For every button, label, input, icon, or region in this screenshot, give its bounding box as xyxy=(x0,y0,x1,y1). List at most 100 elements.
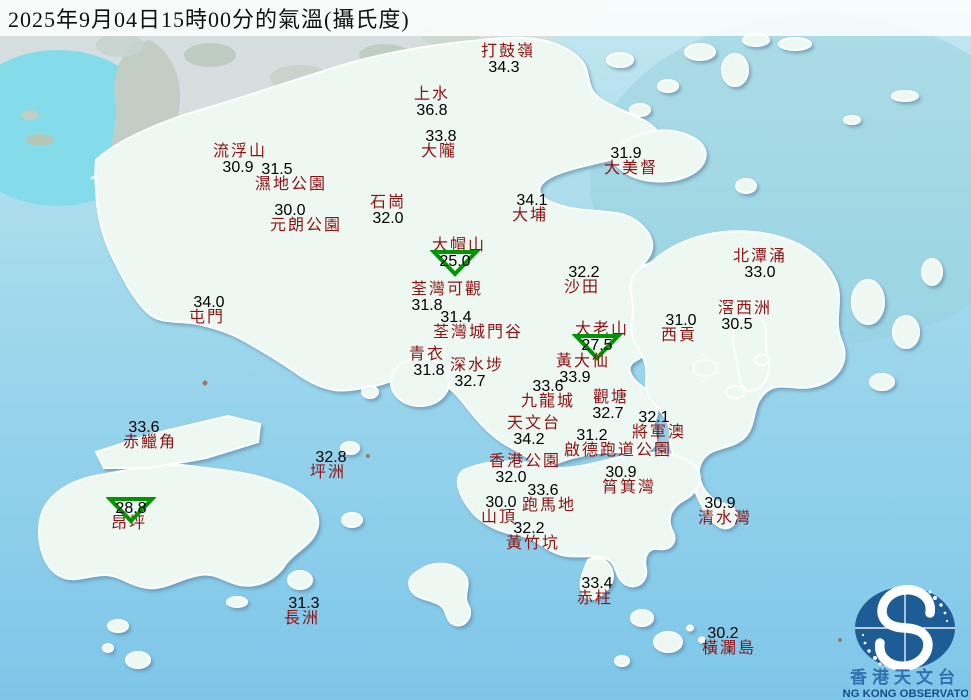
station-label: 31.9大美督 xyxy=(604,146,658,177)
station-value: 33.8 xyxy=(425,129,456,144)
station-value: 32.1 xyxy=(638,410,669,425)
station-label: 31.0西貢 xyxy=(661,313,697,344)
station-temperature: 34.3 xyxy=(477,60,531,75)
station-name: 上水 xyxy=(414,87,450,103)
station-temperature: 28.8 xyxy=(113,501,149,516)
station-label: 觀塘32.7 xyxy=(593,390,629,421)
station-value: 33.6 xyxy=(128,420,159,435)
station-label: 30.9清水灣 xyxy=(698,496,752,527)
station-name: 赤柱 xyxy=(577,591,613,607)
station-name: 屯門 xyxy=(189,310,225,326)
station-label: 33.4赤柱 xyxy=(577,576,613,607)
station-temperature: 34.0 xyxy=(191,295,227,310)
station-temperature: 30.5 xyxy=(710,317,764,332)
station-label: 31.3長洲 xyxy=(284,596,320,627)
station-name: 石崗 xyxy=(370,195,406,211)
station-value: 36.8 xyxy=(416,103,447,118)
station-label: 30.2橫瀾島 xyxy=(702,626,756,657)
station-label: 香港公園32.0 xyxy=(489,454,561,485)
station-name: 元朗公園 xyxy=(270,218,342,234)
station-temperature: 36.8 xyxy=(414,103,450,118)
station-label: 32.2黃竹坑 xyxy=(506,521,560,552)
station-name: 啟德跑道公園 xyxy=(564,443,672,459)
station-name: 滘西洲 xyxy=(718,301,772,317)
hko-logo-icon xyxy=(855,587,955,669)
station-temperature: 32.2 xyxy=(566,265,602,280)
station-value: 32.8 xyxy=(315,450,346,465)
station-name: 坪洲 xyxy=(310,465,346,481)
station-label: 34.0屯門 xyxy=(189,295,225,326)
station-labels-layer: 打鼓嶺34.3上水36.833.8大隴流浮山30.931.9大美督31.5濕地公… xyxy=(0,0,971,700)
station-temperature: 31.9 xyxy=(599,146,653,161)
station-value: 25.0 xyxy=(439,254,470,269)
station-temperature: 33.8 xyxy=(423,129,459,144)
station-label: 32.2沙田 xyxy=(564,265,600,296)
station-value: 31.0 xyxy=(665,313,696,328)
station-name: 跑馬地 xyxy=(522,498,576,514)
station-name: 長洲 xyxy=(284,611,320,627)
station-label: 28.8昂坪 xyxy=(111,501,147,532)
station-label: 31.2啟德跑道公園 xyxy=(564,428,672,459)
station-value: 33.4 xyxy=(581,576,612,591)
station-label: 深水埗32.7 xyxy=(450,358,504,389)
station-label: 滘西洲30.5 xyxy=(718,301,772,332)
station-name: 黃大仙 xyxy=(556,354,610,370)
station-temperature: 33.6 xyxy=(521,379,575,394)
station-label: 石崗32.0 xyxy=(370,195,406,226)
station-label: 30.0元朗公園 xyxy=(270,203,342,234)
station-value: 34.0 xyxy=(193,295,224,310)
station-value: 32.2 xyxy=(568,265,599,280)
station-name: 青衣 xyxy=(409,347,445,363)
station-label: 32.8坪洲 xyxy=(310,450,346,481)
station-name: 流浮山 xyxy=(213,144,267,160)
station-name: 大美督 xyxy=(604,161,658,177)
station-temperature: 32.2 xyxy=(502,521,556,536)
station-value: 31.3 xyxy=(288,596,319,611)
station-value: 32.0 xyxy=(372,211,403,226)
station-name: 大埔 xyxy=(512,208,548,224)
station-name: 清水灣 xyxy=(698,511,752,527)
station-name: 打鼓嶺 xyxy=(481,44,535,60)
station-label: 33.6跑馬地 xyxy=(522,483,576,514)
hko-logo: 香港天文台 HONG KONG OBSERVATORY xyxy=(842,584,968,700)
station-temperature: 27.5 xyxy=(570,338,624,353)
station-label: 33.6九龍城 xyxy=(521,379,575,410)
station-temperature: 34.1 xyxy=(514,193,550,208)
station-name: 觀塘 xyxy=(593,390,629,406)
hko-logo-name-en: HONG KONG OBSERVATORY xyxy=(842,688,968,700)
station-temperature: 30.2 xyxy=(696,626,750,641)
station-temperature: 32.8 xyxy=(313,450,349,465)
station-value: 30.2 xyxy=(707,626,738,641)
title-bar: 2025年9月04日15時00分的氣溫(攝氏度) xyxy=(0,0,971,36)
station-temperature: 32.7 xyxy=(590,406,626,421)
station-label: 33.6赤鱲角 xyxy=(123,420,177,451)
station-temperature: 30.0 xyxy=(483,495,519,510)
station-label: 31.5濕地公園 xyxy=(255,162,327,193)
station-label: 青衣31.8 xyxy=(409,347,445,378)
station-value: 34.1 xyxy=(516,193,547,208)
station-name: 沙田 xyxy=(564,280,600,296)
station-temperature: 32.0 xyxy=(370,211,406,226)
station-temperature: 31.0 xyxy=(663,313,699,328)
temperature-map-page: 2025年9月04日15時00分的氣溫(攝氏度) 打鼓嶺34.3 上水36.8 33… xyxy=(0,0,971,700)
station-label: 31.4荃灣城門谷 xyxy=(433,310,523,341)
station-name: 筲箕灣 xyxy=(602,480,656,496)
station-temperature: 31.2 xyxy=(538,428,646,443)
station-temperature: 31.8 xyxy=(411,363,447,378)
station-temperature: 30.0 xyxy=(254,203,326,218)
station-name: 黃竹坑 xyxy=(506,536,560,552)
station-value: 34.3 xyxy=(488,60,519,75)
station-value: 30.0 xyxy=(274,203,305,218)
station-value: 30.5 xyxy=(721,317,752,332)
station-temperature: 33.6 xyxy=(516,483,570,498)
station-value: 30.9 xyxy=(605,465,636,480)
station-value: 31.8 xyxy=(413,363,444,378)
station-value: 27.5 xyxy=(581,338,612,353)
station-name: 橫瀾島 xyxy=(702,641,756,657)
station-name: 北潭涌 xyxy=(733,249,787,265)
station-temperature: 30.9 xyxy=(594,465,648,480)
station-name: 深水埗 xyxy=(450,358,504,374)
station-name: 西貢 xyxy=(661,328,697,344)
station-value: 30.9 xyxy=(704,496,735,511)
station-value: 30.0 xyxy=(485,495,516,510)
